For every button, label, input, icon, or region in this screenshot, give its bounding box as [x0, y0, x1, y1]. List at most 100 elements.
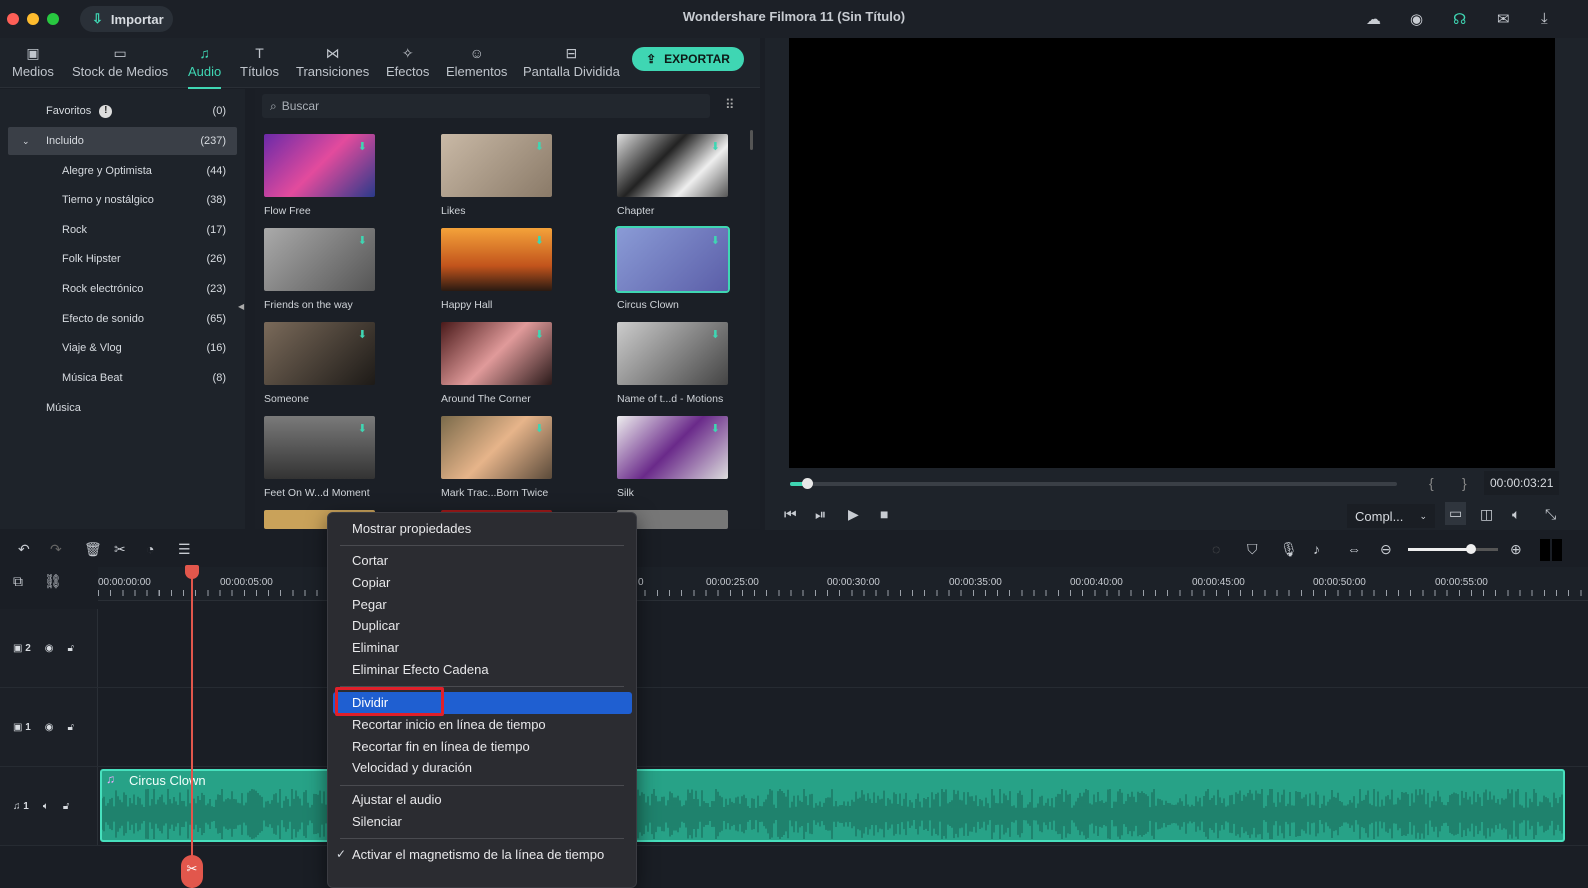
download-icon[interactable]: ⬇	[358, 328, 367, 341]
snapshot-camera-icon[interactable]: ◫	[1480, 506, 1493, 523]
sidebar-item[interactable]: Rock (17)	[8, 216, 237, 244]
download-icon[interactable]: ⬇	[358, 140, 367, 153]
cloud-icon[interactable]: ☁	[1366, 10, 1381, 28]
menu-item[interactable]: Silenciar	[352, 814, 402, 829]
download-icon[interactable]: ⤓	[1541, 10, 1548, 27]
menu-item[interactable]: Eliminar Efecto Cadena	[352, 662, 489, 677]
redo-icon[interactable]: ↷	[50, 541, 62, 558]
speaker-icon[interactable]: 🔈︎	[43, 801, 49, 812]
audio-thumbnail[interactable]: ⬇	[617, 322, 728, 385]
mail-icon[interactable]: ✉	[1497, 10, 1510, 28]
step-back-icon[interactable]: ⏮	[784, 506, 797, 523]
mark-in-icon[interactable]: {	[1429, 475, 1434, 491]
menu-item[interactable]: Pegar	[352, 597, 387, 612]
download-icon[interactable]: ⬇	[711, 234, 720, 247]
menu-item[interactable]: Velocidad y duración	[352, 760, 472, 775]
grid-view-icon[interactable]: ⠿	[725, 97, 735, 113]
sidebar-item[interactable]: Música Beat (8)	[8, 364, 237, 392]
audio-clip-circus-clown[interactable]: ♫ Circus Clown	[100, 769, 1565, 842]
tab-stock[interactable]: ▭ Stock de Medios	[72, 42, 168, 79]
fullscreen-icon[interactable]: ⤡	[1545, 506, 1556, 523]
tab-pantalla-dividida[interactable]: ⊟ Pantalla Dividida	[523, 42, 620, 79]
step-forward-icon[interactable]: ⏯	[815, 506, 826, 523]
preview-scrubber[interactable]	[790, 478, 1397, 489]
speed-icon[interactable]: ◔	[146, 541, 154, 557]
tab-audio[interactable]: ♫ Audio	[188, 42, 222, 89]
account-icon[interactable]: ◉	[1410, 10, 1423, 28]
audio-thumbnail[interactable]: ⬇	[615, 226, 730, 293]
download-icon[interactable]: ⬇	[358, 234, 367, 247]
sidebar-item[interactable]: Efecto de sonido (65)	[8, 305, 237, 333]
scissors-icon[interactable]: ✂	[114, 541, 126, 558]
tab-elementos[interactable]: ☺ Elementos	[446, 42, 507, 79]
sidebar-item[interactable]: Rock electrónico (23)	[8, 275, 237, 303]
menu-item[interactable]: Recortar fin en línea de tiempo	[352, 739, 530, 754]
sidebar-item[interactable]: Alegre y Optimista (44)	[8, 157, 237, 185]
volume-icon[interactable]: 🔈︎	[1512, 506, 1520, 523]
fit-timeline-icon[interactable]: ⇔	[1347, 541, 1361, 557]
download-icon[interactable]: ⬇	[711, 328, 720, 341]
playhead-handle[interactable]	[185, 565, 199, 579]
tab-transiciones[interactable]: ⋈ Transiciones	[296, 42, 369, 79]
download-icon[interactable]: ⬇	[535, 328, 544, 341]
playhead[interactable]	[191, 570, 193, 888]
sidebar-item[interactable]: Viaje & Vlog (16)	[8, 334, 237, 362]
menu-item[interactable]: Duplicar	[352, 618, 400, 633]
download-icon[interactable]: ⬇	[711, 140, 720, 153]
add-track-icon[interactable]: ⧉	[13, 573, 23, 590]
audio-mixer-icon[interactable]: ♪	[1313, 541, 1320, 557]
audio-thumbnail[interactable]: ⬇	[617, 416, 728, 479]
quality-dropdown[interactable]: Compl... ⌄	[1347, 504, 1435, 528]
menu-item[interactable]: Mostrar propiedades	[352, 521, 471, 536]
audio-thumbnail[interactable]: ⬇	[441, 228, 552, 291]
menu-item[interactable]: Recortar inicio en línea de tiempo	[352, 717, 546, 732]
sidebar-item[interactable]: Folk Hipster (26)	[8, 245, 237, 273]
play-icon[interactable]: ▶	[848, 506, 859, 523]
playhead-scissors-icon[interactable]: ✂	[181, 855, 203, 888]
menu-item[interactable]: Copiar	[352, 575, 390, 590]
download-icon[interactable]: ⬇	[535, 140, 544, 153]
zoom-in-icon[interactable]: ⊕	[1510, 541, 1522, 558]
audio-thumbnail[interactable]: ⬇	[617, 134, 728, 197]
download-icon[interactable]: ⬇	[535, 422, 544, 435]
stop-icon[interactable]: ■	[880, 506, 888, 522]
tab-titulos[interactable]: T Títulos	[240, 42, 279, 79]
menu-item[interactable]: Cortar	[352, 553, 388, 568]
menu-item[interactable]: Eliminar	[352, 640, 399, 655]
audio-thumbnail[interactable]: ⬇	[441, 416, 552, 479]
sidebar-item[interactable]: Tierno y nostálgico (38)	[8, 186, 237, 214]
library-scrollbar[interactable]	[750, 130, 753, 150]
tab-medios[interactable]: ▣ Medios	[12, 42, 54, 79]
sidebar-item-incluido[interactable]: ⌄ Incluido (237)	[8, 127, 237, 155]
zoom-out-icon[interactable]: ⊖	[1380, 541, 1392, 558]
download-icon[interactable]: ⬇	[535, 234, 544, 247]
marker-icon[interactable]: ⛉	[1247, 541, 1258, 558]
link-icon[interactable]: ⛓︎	[44, 573, 62, 590]
tab-efectos[interactable]: ✧ Efectos	[386, 42, 429, 79]
display-icon[interactable]: ▭	[1445, 502, 1467, 525]
collapse-panel-icon[interactable]: ◀	[238, 302, 244, 311]
support-headset-icon[interactable]: ☊	[1453, 10, 1466, 28]
lock-icon[interactable]: 🔓︎	[68, 643, 74, 654]
audio-thumbnail[interactable]: ⬇	[264, 134, 375, 197]
export-button[interactable]: ⇪ EXPORTAR	[632, 47, 744, 71]
audio-thumbnail[interactable]: ⬇	[264, 416, 375, 479]
lock-icon[interactable]: 🔓︎	[63, 801, 69, 812]
audio-thumbnail[interactable]: ⬇	[441, 322, 552, 385]
lock-icon[interactable]: 🔓︎	[68, 722, 74, 733]
undo-icon[interactable]: ↶	[18, 541, 30, 558]
timeline-zoom-slider[interactable]	[1408, 544, 1498, 554]
download-icon[interactable]: ⬇	[358, 422, 367, 435]
adjust-sliders-icon[interactable]: ☰	[178, 541, 191, 558]
audio-thumbnail[interactable]: ⬇	[264, 228, 375, 291]
audio-thumbnail[interactable]: ⬇	[441, 134, 552, 197]
eye-icon[interactable]: ◉	[45, 722, 54, 733]
menu-item[interactable]: Activar el magnetismo de la línea de tie…	[352, 847, 604, 862]
mark-out-icon[interactable]: }	[1462, 475, 1467, 491]
audio-thumbnail[interactable]: ⬇	[264, 322, 375, 385]
menu-item[interactable]: Ajustar el audio	[352, 792, 442, 807]
timeline-ruler[interactable]: 00:00:00:00 00:00:05:00 0 00:00:25:00 00:00:…	[98, 567, 1588, 601]
microphone-icon[interactable]: 🎙︎	[1280, 541, 1298, 558]
search-input[interactable]: ⌕ Buscar	[262, 94, 710, 118]
sidebar-item-favoritos[interactable]: Favoritos! (0)	[8, 97, 237, 125]
